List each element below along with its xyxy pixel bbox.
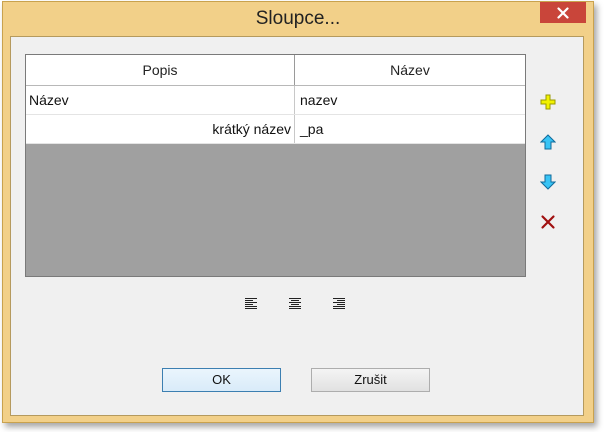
grid-header: Popis Název <box>26 55 525 86</box>
table-row[interactable]: krátký název _pa <box>26 115 525 144</box>
move-up-icon <box>540 134 556 150</box>
close-icon <box>557 6 569 19</box>
move-down-icon <box>540 174 556 190</box>
align-left-icon <box>245 297 257 309</box>
move-down-button[interactable] <box>537 171 559 193</box>
add-icon <box>540 94 556 110</box>
align-center-button[interactable] <box>286 295 304 311</box>
table-row[interactable]: Název nazev <box>26 86 525 115</box>
align-right-button[interactable] <box>330 295 348 311</box>
delete-column-button[interactable] <box>537 211 559 233</box>
align-right-icon <box>333 297 345 309</box>
add-column-button[interactable] <box>537 91 559 113</box>
cell-nazev[interactable]: _pa <box>295 115 525 143</box>
dialog-title: Sloupce... <box>255 8 341 29</box>
close-button[interactable] <box>540 2 586 23</box>
ok-button[interactable]: OK <box>162 368 281 392</box>
cell-popis[interactable]: Název <box>26 86 295 114</box>
columns-grid[interactable]: Popis Název Název nazev krátký název _pa <box>25 54 526 277</box>
cell-nazev[interactable]: nazev <box>295 86 525 114</box>
align-center-icon <box>289 297 301 309</box>
column-header-nazev[interactable]: Název <box>295 55 525 85</box>
cancel-button[interactable]: Zrušit <box>311 368 430 392</box>
align-left-button[interactable] <box>242 295 260 311</box>
dialog-client-area: Popis Název Název nazev krátký název _pa <box>10 36 584 416</box>
dialog-window: Sloupce... Popis Název Název nazev krátk… <box>2 1 594 423</box>
move-up-button[interactable] <box>537 131 559 153</box>
cell-popis[interactable]: krátký název <box>26 115 295 143</box>
delete-icon <box>541 215 555 229</box>
title-bar[interactable]: Sloupce... <box>3 2 593 36</box>
column-header-popis[interactable]: Popis <box>26 55 295 85</box>
